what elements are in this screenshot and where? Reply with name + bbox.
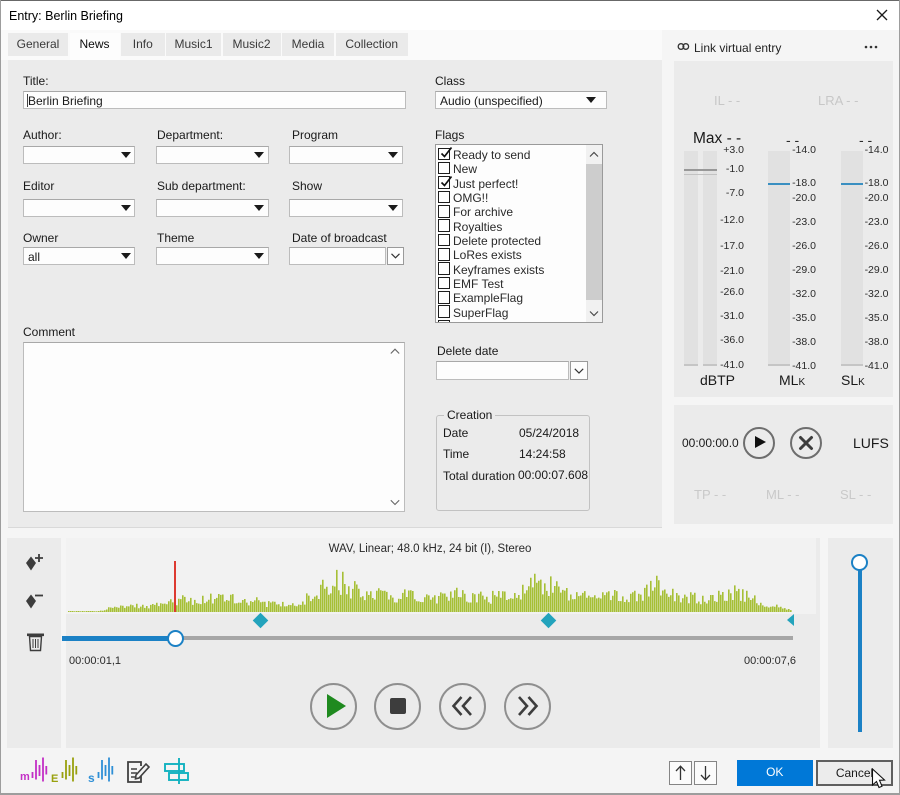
svg-text:E: E [51, 773, 58, 785]
svg-text:s: s [88, 771, 95, 785]
svg-text:m: m [20, 771, 30, 783]
